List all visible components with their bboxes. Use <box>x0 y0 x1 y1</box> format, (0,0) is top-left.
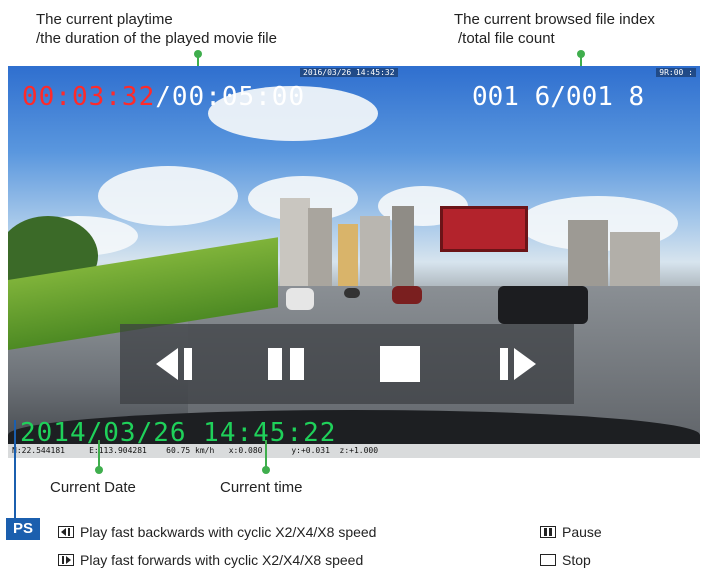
corner-stamp: 9R:00 : <box>656 68 696 77</box>
legend-fast-forward: Play fast forwards with cyclic X2/X4/X8 … <box>58 550 363 570</box>
playtime-annotation: The current playtime /the duration of th… <box>36 10 277 48</box>
car <box>498 286 588 324</box>
car <box>286 288 314 310</box>
legend-fast-backward: Play fast backwards with cyclic X2/X4/X8… <box>58 522 376 542</box>
building <box>610 232 660 288</box>
building <box>392 206 414 288</box>
fast-forward-button[interactable] <box>492 340 540 388</box>
playtime-connector-dot <box>194 50 202 58</box>
ps-connector <box>14 420 16 520</box>
current-time-label: Current time <box>220 479 303 496</box>
date-connector-dot <box>95 466 103 474</box>
stop-icon <box>540 554 556 566</box>
legend-pause: Pause <box>540 522 602 542</box>
stop-description: Stop <box>562 552 591 568</box>
cloud <box>98 166 238 226</box>
building <box>568 220 608 288</box>
pause-button[interactable] <box>262 340 310 388</box>
stop-icon <box>380 346 420 382</box>
pause-icon <box>540 526 556 538</box>
stop-button[interactable] <box>376 340 424 388</box>
fast-backward-description: Play fast backwards with cyclic X2/X4/X8… <box>80 524 377 540</box>
playback-controls <box>120 324 574 404</box>
file-index-annotation-line1: The current browsed file index <box>454 11 655 28</box>
fast-forward-description: Play fast forwards with cyclic X2/X4/X8 … <box>80 552 364 568</box>
building <box>280 198 310 288</box>
pause-description: Pause <box>562 524 602 540</box>
legend-stop: Stop <box>540 550 591 570</box>
gps-info-bar: N:22.544181 E:113.904281 60.75 km/h x:0.… <box>8 444 700 458</box>
time-connector-dot <box>262 466 270 474</box>
fast-backward-button[interactable] <box>152 340 200 388</box>
building <box>308 208 332 288</box>
top-timestamp: 2016/03/26 14:45:32 <box>300 68 398 77</box>
playtime-annotation-line1: The current playtime <box>36 11 173 28</box>
fast-backward-icon <box>58 526 74 538</box>
file-index-annotation-line2: /total file count <box>458 30 555 47</box>
playtime-annotation-line2: /the duration of the played movie file <box>36 30 277 47</box>
total-duration: /00:05:00 <box>155 82 306 112</box>
file-index-annotation: The current browsed file index /total fi… <box>454 10 655 48</box>
video-playback-screen[interactable]: 2016/03/26 14:45:32 9R:00 : 00:03:32/00:… <box>8 66 700 458</box>
car <box>392 286 422 304</box>
current-playtime: 00:03:32 <box>22 82 156 112</box>
fast-backward-icon <box>156 348 192 380</box>
building <box>338 224 358 288</box>
car <box>344 288 360 298</box>
ps-badge: PS <box>6 518 40 540</box>
fast-forward-icon <box>58 554 74 566</box>
fast-forward-icon <box>500 348 536 380</box>
building <box>360 216 390 288</box>
pause-icon <box>268 348 304 380</box>
index-connector-dot <box>577 50 585 58</box>
playtime-display: 00:03:32/00:05:00 <box>22 82 305 112</box>
billboard <box>440 206 528 252</box>
file-index-display: 001 6/001 8 <box>472 82 645 112</box>
current-date-label: Current Date <box>50 479 136 496</box>
